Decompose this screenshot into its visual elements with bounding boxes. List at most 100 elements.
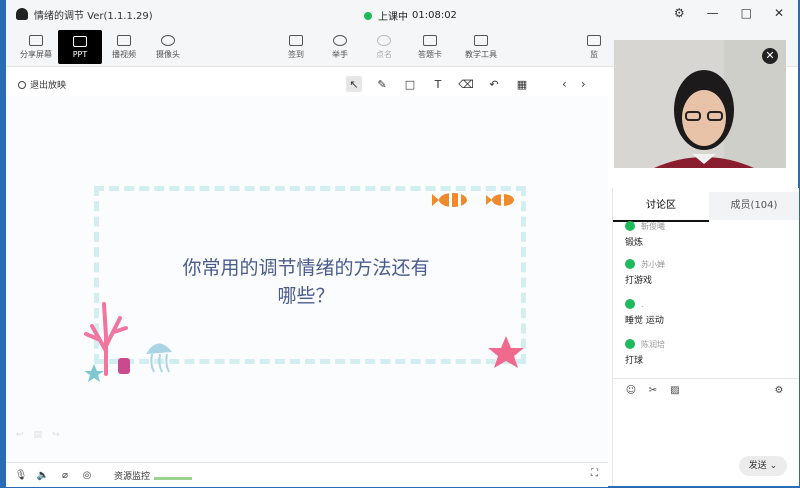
message-text: 锻炼 — [625, 238, 644, 248]
pointer-tool-icon[interactable]: ↖ — [346, 76, 362, 92]
faint-forward-icon[interactable]: ↪ — [52, 430, 60, 440]
window-title: 情绪的调节 Ver(1.1.1.29) — [34, 10, 153, 22]
microphone-icon[interactable]: 🎙 — [14, 468, 28, 482]
send-options-icon[interactable]: ⌄ — [770, 461, 778, 471]
question-line-2: 哪些？ — [277, 285, 335, 307]
app-logo-icon — [16, 8, 28, 20]
speaker-icon[interactable]: 🔈 — [36, 468, 50, 482]
camera-icon — [161, 34, 175, 46]
avatar — [625, 299, 635, 309]
pen-tool-icon[interactable]: ✎ — [374, 76, 390, 92]
avatar — [625, 339, 635, 349]
raise-hand-label: 举手 — [332, 49, 348, 59]
maximize-button[interactable]: □ — [741, 6, 752, 20]
clownfish-small-icon — [486, 194, 514, 206]
status-label: 上课中 — [378, 12, 408, 23]
settings-icon[interactable]: ⚙ — [674, 6, 685, 20]
fullscreen-icon[interactable]: ⛶ — [591, 468, 598, 479]
message-author: . — [641, 299, 644, 309]
exit-presentation-button[interactable]: 退出放映 — [18, 78, 66, 91]
message-author: 陈润培 — [641, 339, 665, 349]
next-slide-icon[interactable]: › — [581, 77, 586, 91]
window-controls: ⚙ — □ ✕ — [674, 6, 784, 20]
emoji-icon[interactable]: ☺ — [625, 385, 637, 397]
tab-discussion[interactable]: 讨论区 — [613, 192, 709, 222]
app-window: 情绪的调节 Ver(1.1.1.29) 上课中 01:08:02 ⚙ — □ ✕… — [6, 0, 799, 487]
camera-feed: ✕ — [614, 40, 786, 168]
ppt-label: PPT — [72, 49, 88, 59]
small-starfish-icon — [84, 364, 104, 382]
jellyfish-icon — [146, 343, 172, 373]
send-label: 发送 — [748, 461, 767, 471]
resource-monitor-label[interactable]: 资源监控 — [114, 469, 150, 482]
answer-card-icon — [423, 34, 437, 46]
answer-card-label: 答题卡 — [418, 49, 442, 59]
chat-message: 靳俊曦 锻炼 — [625, 220, 665, 248]
prev-slide-icon[interactable]: ‹ — [562, 77, 567, 91]
panel-tabs: 讨论区 成员(104) — [613, 192, 799, 222]
faint-grid-icon[interactable]: ▤ — [34, 430, 43, 440]
ppt-slide: 你常用的调节情绪的方法还有 哪些？ — [6, 96, 608, 464]
image-icon[interactable]: ▨ — [669, 385, 681, 397]
chat-message: 苏小婵 打游戏 — [625, 258, 665, 286]
chat-settings-icon[interactable]: ⚙ — [773, 385, 785, 397]
chat-message: 陈润培 打球 — [625, 338, 665, 366]
ppt-icon — [73, 35, 87, 47]
class-timer: 01:08:02 — [412, 10, 457, 21]
send-button[interactable]: 发送 ⌄ — [739, 456, 787, 476]
sign-in-label: 签到 — [288, 49, 304, 59]
tools-icon — [474, 34, 488, 46]
live-dot-icon — [364, 11, 372, 20]
sign-in-button[interactable]: 签到 — [274, 30, 318, 64]
location-icon[interactable]: ◎ — [80, 468, 94, 482]
video-icon — [117, 34, 131, 46]
roll-call-button[interactable]: 点名 — [362, 30, 406, 64]
slide-nav: ‹ › — [562, 77, 586, 91]
power-icon — [18, 80, 26, 89]
ppt-button[interactable]: PPT — [58, 30, 102, 64]
close-video-button[interactable]: ✕ — [762, 48, 778, 64]
answer-card-button[interactable]: 答题卡 — [408, 30, 452, 64]
message-text: 睡觉 运动 — [625, 316, 664, 326]
class-status: 上课中 01:08:02 — [364, 8, 457, 23]
message-author: 苏小婵 — [641, 259, 665, 269]
hand-icon — [333, 34, 347, 46]
teaching-tools-button[interactable]: 教学工具 — [454, 30, 508, 64]
trash-icon[interactable]: ▦ — [514, 76, 530, 92]
bottom-bar: 🎙 🔈 ⌀ ◎ 资源监控 ⛶ — [6, 462, 608, 487]
message-text: 打球 — [625, 356, 644, 366]
coral-icon — [84, 302, 130, 376]
side-panel: 讨论区 成员(104) 靳俊曦 锻炼 苏小婵 打游戏 . 睡觉 运动 陈润培 打… — [612, 188, 799, 486]
raise-hand-button[interactable]: 举手 — [318, 30, 362, 64]
starfish-icon — [488, 336, 524, 368]
camera-button[interactable]: 摄像头 — [146, 30, 190, 64]
message-text: 打游戏 — [625, 276, 653, 286]
slide-question: 你常用的调节情绪的方法还有 哪些？ — [136, 254, 476, 310]
shape-tool-icon[interactable]: □ — [402, 76, 418, 92]
play-video-button[interactable]: 播视频 — [102, 30, 146, 64]
tab-members[interactable]: 成员(104) — [709, 192, 799, 220]
monitor-button[interactable]: 监 — [582, 30, 606, 64]
monitor-icon — [29, 34, 43, 46]
camera-label: 摄像头 — [156, 49, 180, 59]
close-button[interactable]: ✕ — [774, 6, 784, 20]
presentation-bar: 退出放映 ↖ ✎ □ T ⌫ ↶ ▦ ‹ › — [6, 75, 608, 93]
monitor-label: 监 — [590, 49, 598, 59]
scissors-icon[interactable]: ✂ — [647, 385, 659, 397]
faint-back-icon[interactable]: ↩ — [16, 430, 24, 440]
expand-icon — [587, 34, 601, 46]
chat-input-tools: ☺ ✂ ▨ ⚙ — [613, 378, 799, 401]
clownfish-icon — [432, 193, 467, 207]
text-tool-icon[interactable]: T — [430, 76, 446, 92]
share-screen-button[interactable]: 分享屏幕 — [14, 30, 58, 64]
eraser-tool-icon[interactable]: ⌫ — [458, 76, 474, 92]
resource-meter — [154, 476, 193, 480]
share-screen-label: 分享屏幕 — [20, 49, 52, 59]
question-line-1: 你常用的调节情绪的方法还有 — [182, 257, 430, 279]
minimize-button[interactable]: — — [707, 6, 719, 20]
mute-icon[interactable]: ⌀ — [58, 468, 72, 482]
video-frame — [614, 40, 786, 168]
drawing-tools: ↖ ✎ □ T ⌫ ↶ ▦ — [346, 75, 530, 93]
title-bar: 情绪的调节 Ver(1.1.1.29) 上课中 01:08:02 ⚙ — □ ✕ — [6, 0, 798, 28]
undo-icon[interactable]: ↶ — [486, 76, 502, 92]
